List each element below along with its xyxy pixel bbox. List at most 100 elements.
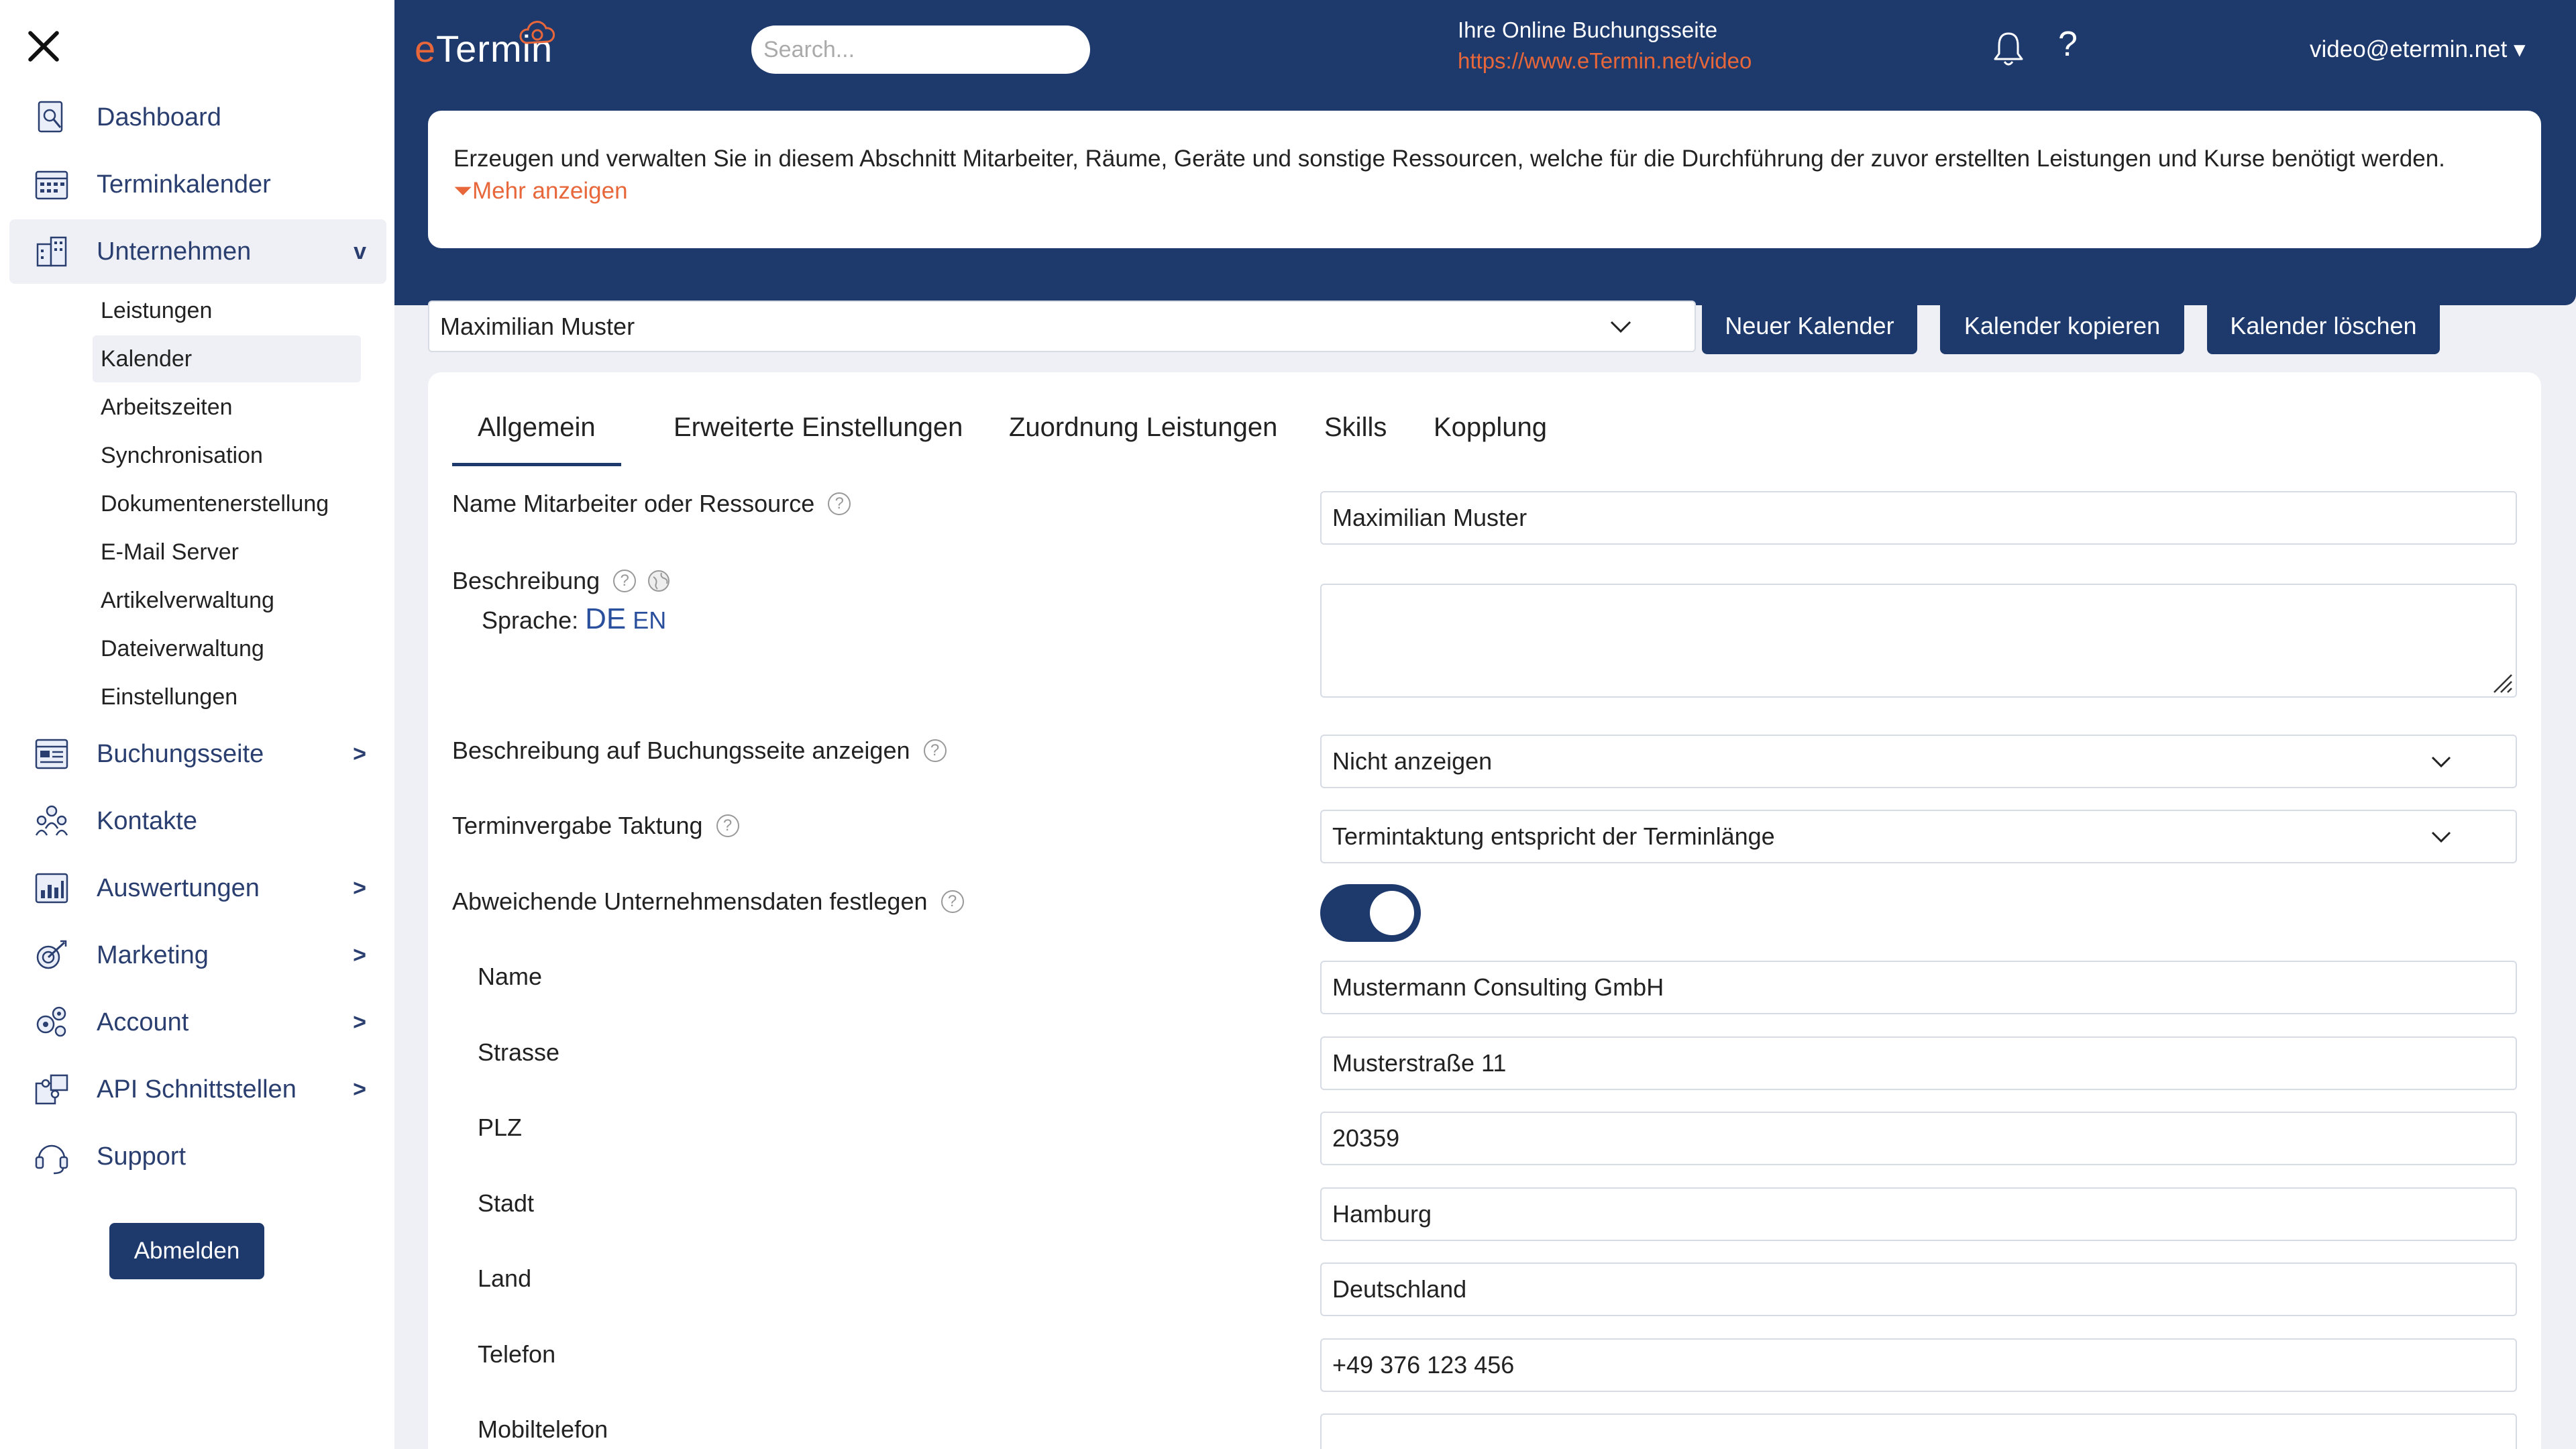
sidebar-item-label: Auswertungen (97, 873, 260, 902)
company-name-label: Name (478, 963, 543, 990)
street-field[interactable]: Musterstraße 11 (1320, 1036, 2517, 1090)
takt-label: Terminvergabe Taktung? (452, 812, 739, 840)
toggle-knob (1370, 891, 1414, 935)
header-edge (2557, 0, 2576, 305)
marketing-icon (31, 934, 72, 976)
resize-grip-icon[interactable] (2489, 669, 2513, 694)
help-circle-icon[interactable]: ? (923, 739, 947, 762)
tab-skills[interactable]: Skills (1324, 413, 1387, 466)
description-textarea[interactable] (1320, 584, 2517, 698)
dashboard-icon (31, 97, 72, 138)
chevron-down-icon: v (354, 238, 366, 264)
chevron-right-icon: > (353, 741, 366, 767)
info-text: Erzeugen und verwalten Sie in diesem Abs… (453, 146, 2445, 172)
calendar-icon (31, 164, 72, 205)
sidebar-item-label: Buchungsseite (97, 739, 264, 768)
sidebar-item-marketing[interactable]: Marketing > (9, 923, 386, 987)
chevron-right-icon: > (353, 1009, 366, 1035)
booking-page-icon (31, 733, 72, 775)
sidebar-item-label: Marketing (97, 941, 209, 969)
sidebar-subitem-dokumentenerstellung[interactable]: Dokumentenerstellung (93, 480, 361, 527)
chevron-down-icon (2431, 756, 2451, 768)
help-circle-icon[interactable]: ? (716, 814, 739, 837)
sidebar-subitem-email-server[interactable]: E-Mail Server (93, 529, 361, 576)
double-chevron-down-icon: ⏷ (453, 178, 473, 204)
sidebar-subitem-arbeitszeiten[interactable]: Arbeitszeiten (93, 384, 361, 431)
tab-erweiterte-einstellungen[interactable]: Erweiterte Einstellungen (674, 413, 963, 466)
tab-kopplung[interactable]: Kopplung (1434, 413, 1547, 466)
sidebar-subitem-einstellungen[interactable]: Einstellungen (93, 674, 361, 720)
chevron-down-icon (1610, 321, 1631, 333)
city-label: Stadt (478, 1189, 535, 1217)
country-label: Land (478, 1265, 532, 1292)
sidebar-item-terminkalender[interactable]: Terminkalender (9, 152, 386, 217)
api-puzzle-icon (31, 1069, 72, 1110)
company-data-toggle[interactable] (1320, 884, 1421, 942)
description-visibility-label: Beschreibung auf Buchungsseite anzeigen? (452, 737, 947, 765)
sidebar: Dashboard Terminkalender Unternehmen v L… (0, 0, 394, 1449)
bell-icon[interactable] (1991, 30, 2026, 67)
sidebar-item-label: Terminkalender (97, 170, 271, 199)
search-input[interactable] (751, 25, 1090, 74)
city-field[interactable]: Hamburg (1320, 1187, 2517, 1241)
sidebar-subitem-synchronisation[interactable]: Synchronisation (93, 432, 361, 479)
booking-page-link[interactable]: https://www.eTermin.net/video (1458, 48, 1752, 74)
mobile-field[interactable] (1320, 1413, 2517, 1449)
mobile-label: Mobiltelefon (478, 1415, 608, 1443)
sidebar-item-account[interactable]: Account > (9, 990, 386, 1055)
chevron-right-icon: > (353, 942, 366, 968)
tab-zuordnung-leistungen[interactable]: Zuordnung Leistungen (1009, 413, 1277, 466)
description-label: Beschreibung? (452, 567, 671, 595)
sidebar-subitem-leistungen[interactable]: Leistungen (93, 287, 361, 334)
takt-select[interactable]: Termintaktung entspricht der Terminlänge (1320, 810, 2517, 863)
sidebar-item-label: API Schnittstellen (97, 1075, 297, 1104)
sidebar-item-kontakte[interactable]: Kontakte (9, 789, 386, 853)
calendar-select[interactable]: Maximilian Muster (428, 301, 1696, 352)
sidebar-item-api[interactable]: API Schnittstellen > (9, 1057, 386, 1122)
info-card: Erzeugen und verwalten Sie in diesem Abs… (428, 111, 2541, 248)
help-circle-icon[interactable]: ? (613, 570, 637, 592)
lang-de-button[interactable]: DE (585, 602, 626, 635)
reports-icon (31, 867, 72, 909)
phone-field[interactable]: +49 376 123 456 (1320, 1338, 2517, 1392)
sidebar-item-label: Support (97, 1142, 186, 1171)
sidebar-subitem-dateiverwaltung[interactable]: Dateiverwaltung (93, 625, 361, 672)
sidebar-subitem-kalender[interactable]: Kalender (93, 335, 361, 382)
sidebar-subitem-artikelverwaltung[interactable]: Artikelverwaltung (93, 577, 361, 624)
sidebar-item-support[interactable]: Support (9, 1124, 386, 1189)
company-icon (31, 231, 72, 272)
logout-button[interactable]: Abmelden (109, 1223, 264, 1279)
sidebar-item-label: Unternehmen (97, 237, 252, 266)
new-calendar-button[interactable]: Neuer Kalender (1702, 298, 1917, 354)
phone-label: Telefon (478, 1340, 556, 1368)
globe-icon[interactable] (647, 569, 671, 593)
tab-allgemein[interactable]: Allgemein (452, 413, 621, 466)
country-field[interactable]: Deutschland (1320, 1263, 2517, 1316)
contacts-icon (31, 800, 72, 842)
name-field[interactable]: Maximilian Muster (1320, 491, 2517, 545)
delete-calendar-button[interactable]: Kalender löschen (2207, 298, 2440, 354)
chevron-right-icon: > (353, 1076, 366, 1102)
sidebar-item-dashboard[interactable]: Dashboard (9, 85, 386, 150)
user-menu[interactable]: video@etermin.net ▾ (2310, 36, 2526, 63)
chevron-down-icon (2431, 831, 2451, 843)
sidebar-item-label: Account (97, 1008, 189, 1036)
company-name-field[interactable]: Mustermann Consulting GmbH (1320, 961, 2517, 1014)
sidebar-item-unternehmen[interactable]: Unternehmen v (9, 219, 386, 284)
street-label: Strasse (478, 1038, 560, 1066)
help-circle-icon[interactable]: ? (828, 492, 851, 515)
help-circle-icon[interactable]: ? (941, 890, 964, 913)
lang-en-button[interactable]: EN (633, 606, 666, 634)
help-icon[interactable]: ? (2058, 24, 2078, 64)
show-more-link[interactable]: ⏷Mehr anzeigen (453, 178, 628, 204)
description-visibility-select[interactable]: Nicht anzeigen (1320, 735, 2517, 788)
close-icon[interactable] (27, 30, 60, 63)
zip-label: PLZ (478, 1114, 523, 1141)
calendar-settings-card: Allgemein Erweiterte Einstellungen Zuord… (428, 372, 2541, 1449)
cloud-logo-icon (519, 21, 555, 44)
sidebar-item-buchungsseite[interactable]: Buchungsseite > (9, 722, 386, 786)
zip-field[interactable]: 20359 (1320, 1112, 2517, 1165)
company-data-label: Abweichende Unternehmensdaten festlegen? (452, 888, 964, 916)
copy-calendar-button[interactable]: Kalender kopieren (1940, 298, 2184, 354)
sidebar-item-auswertungen[interactable]: Auswertungen > (9, 856, 386, 920)
